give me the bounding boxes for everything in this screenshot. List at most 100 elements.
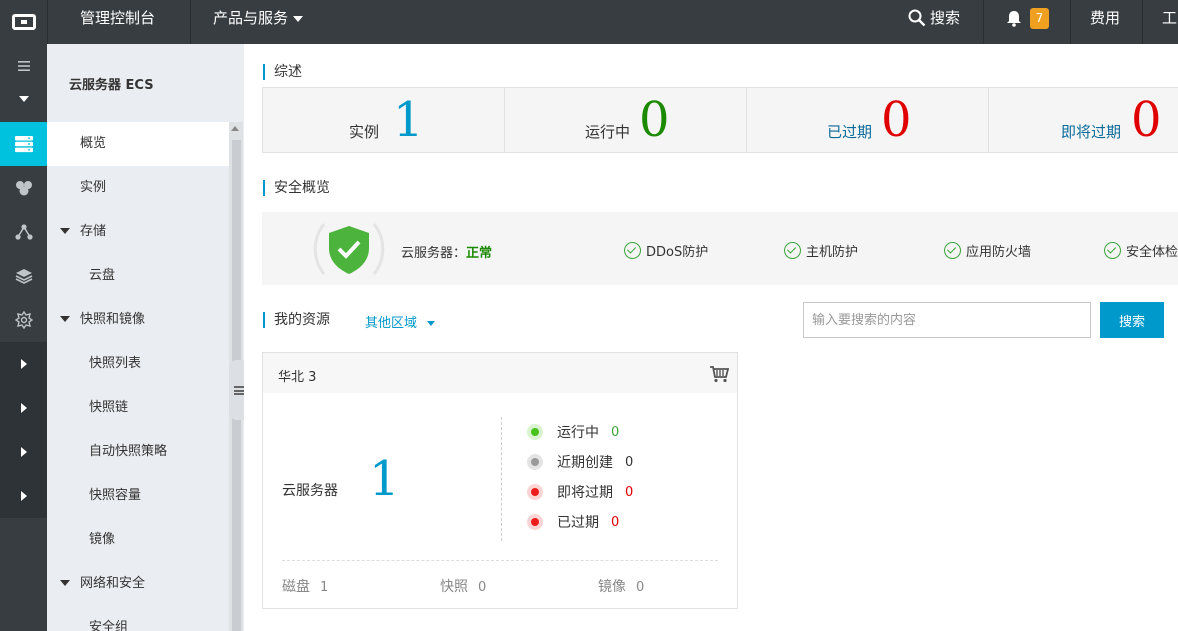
rail-item-5[interactable] bbox=[0, 298, 47, 342]
check-waf[interactable]: 应用防火墙 bbox=[944, 241, 1031, 260]
products-label: 产品与服务 bbox=[213, 9, 289, 27]
scroll-up-arrow-icon[interactable] bbox=[231, 126, 239, 131]
gear-icon bbox=[14, 311, 33, 329]
expand-toggle[interactable] bbox=[0, 77, 47, 121]
sidebar-group-label: 网络和安全 bbox=[80, 576, 146, 591]
check-label: 主机防护 bbox=[806, 245, 859, 260]
status-dot-icon bbox=[527, 484, 543, 500]
stat-value: 0 bbox=[625, 484, 634, 500]
cart-icon[interactable] bbox=[709, 365, 729, 383]
summary-instances[interactable]: 实例 1 bbox=[263, 88, 505, 152]
search-label: 搜索 bbox=[930, 9, 961, 27]
stat-label: 已过期 bbox=[557, 515, 599, 531]
footer-value: 0 bbox=[636, 580, 645, 595]
products-menu[interactable]: 产品与服务 bbox=[213, 0, 304, 44]
footer-label: 镜像 bbox=[598, 579, 626, 595]
rail-item-4[interactable] bbox=[0, 254, 47, 298]
sidebar-group-snapshots[interactable]: 快照和镜像 bbox=[47, 298, 229, 342]
resource-search-button[interactable]: 搜索 bbox=[1100, 302, 1164, 338]
sidebar-item-images[interactable]: 镜像 bbox=[47, 518, 229, 562]
sidebar-item-auto-snapshot-policy[interactable]: 自动快照策略 bbox=[47, 430, 229, 474]
layers-icon bbox=[15, 269, 32, 284]
overview-title: 综述 bbox=[263, 64, 302, 80]
sidebar-item-snapshot-chain[interactable]: 快照链 bbox=[47, 386, 229, 430]
chevron-right-icon bbox=[20, 359, 27, 369]
rail-expand-2[interactable] bbox=[0, 386, 47, 430]
chevron-down-icon bbox=[427, 321, 436, 326]
security-overview: 云服务器：正常 DDoS防护 主机防护 应用防火墙 安全体检 bbox=[262, 212, 1178, 285]
rail-item-2[interactable] bbox=[0, 166, 47, 210]
resource-search-input[interactable] bbox=[803, 302, 1091, 338]
summary-label: 运行中 bbox=[585, 123, 631, 141]
footer-label: 快照 bbox=[440, 579, 468, 595]
icon-rail bbox=[0, 44, 47, 631]
footer-images[interactable]: 镜像 0 bbox=[598, 576, 644, 596]
check-ddos[interactable]: DDoS防护 bbox=[624, 241, 708, 260]
region-select[interactable]: 其他区域 bbox=[365, 312, 436, 331]
summary-label: 即将过期 bbox=[1061, 123, 1122, 141]
summary-expiring[interactable]: 即将过期 0 bbox=[989, 88, 1178, 152]
rail-expand-3[interactable] bbox=[0, 430, 47, 474]
stat-expiring[interactable]: 即将过期 0 bbox=[527, 482, 633, 502]
sidebar-group-label: 存储 bbox=[80, 224, 107, 239]
summary-running[interactable]: 运行中 0 bbox=[505, 88, 747, 152]
sidebar-item-instances[interactable]: 实例 bbox=[47, 166, 229, 210]
caret-down-icon bbox=[18, 96, 29, 102]
rail-expand-1[interactable] bbox=[0, 342, 47, 386]
rail-expand-4[interactable] bbox=[0, 474, 47, 518]
check-circle-icon bbox=[784, 242, 801, 259]
check-label: 安全体检 bbox=[1126, 245, 1178, 260]
sidebar-item-snapshot-list[interactable]: 快照列表 bbox=[47, 342, 229, 386]
divider bbox=[190, 0, 191, 44]
stat-label: 运行中 bbox=[557, 425, 599, 441]
sidebar-group-storage[interactable]: 存储 bbox=[47, 210, 229, 254]
sidebar-collapse-button[interactable] bbox=[229, 360, 244, 420]
rail-ecs[interactable] bbox=[0, 122, 47, 166]
stat-value: 0 bbox=[625, 454, 634, 470]
search-link[interactable]: 搜索 bbox=[908, 0, 960, 36]
cluster-icon bbox=[15, 181, 32, 196]
ecs-count[interactable]: 1 bbox=[369, 449, 400, 509]
status-dot-icon bbox=[527, 514, 543, 530]
check-health[interactable]: 安全体检 bbox=[1104, 241, 1178, 260]
region-name: 华北 3 bbox=[278, 370, 317, 385]
notification-badge: 7 bbox=[1030, 7, 1049, 29]
billing-link[interactable]: 费用 bbox=[1090, 0, 1120, 44]
server-icon bbox=[14, 136, 33, 153]
sidebar-group-network-security[interactable]: 网络和安全 bbox=[47, 562, 229, 606]
summary-value: 0 bbox=[881, 92, 912, 148]
summary-expired[interactable]: 已过期 0 bbox=[747, 88, 989, 152]
tools-link[interactable]: 工 bbox=[1162, 0, 1177, 44]
check-circle-icon bbox=[1104, 242, 1121, 259]
stat-label: 近期创建 bbox=[557, 455, 613, 471]
rail-lower-group bbox=[0, 342, 47, 518]
stat-running[interactable]: 运行中 0 bbox=[527, 422, 619, 442]
notification-button[interactable]: 7 bbox=[1006, 0, 1049, 36]
check-circle-icon bbox=[624, 242, 641, 259]
caret-down-icon bbox=[60, 579, 70, 586]
check-label: 应用防火墙 bbox=[966, 245, 1032, 260]
top-bar: 管理控制台 产品与服务 搜索 7 费用 工 bbox=[0, 0, 1178, 44]
collapse-icon bbox=[234, 386, 244, 395]
sidebar-item-security-groups[interactable]: 安全组 bbox=[47, 606, 229, 631]
stat-recent[interactable]: 近期创建 0 bbox=[527, 452, 633, 472]
chevron-right-icon bbox=[20, 403, 27, 413]
footer-disks[interactable]: 磁盘 1 bbox=[282, 576, 328, 596]
status-dot-icon bbox=[527, 454, 543, 470]
footer-snapshots[interactable]: 快照 0 bbox=[440, 576, 486, 596]
sidebar-item-snapshot-capacity[interactable]: 快照容量 bbox=[47, 474, 229, 518]
aliyun-logo[interactable] bbox=[0, 0, 47, 44]
check-host[interactable]: 主机防护 bbox=[784, 241, 858, 260]
sidebar-item-disks[interactable]: 云盘 bbox=[47, 254, 229, 298]
bell-icon bbox=[1007, 10, 1021, 27]
sidebar-group-label: 快照和镜像 bbox=[80, 312, 146, 327]
divider bbox=[501, 417, 502, 541]
summary-value: 1 bbox=[393, 92, 424, 148]
chevron-right-icon bbox=[20, 447, 27, 457]
sidebar-item-overview[interactable]: 概览 bbox=[47, 122, 229, 166]
rail-item-3[interactable] bbox=[0, 210, 47, 254]
console-link[interactable]: 管理控制台 bbox=[80, 0, 155, 44]
region-card: 华北 3 云服务器 1 运行中 0 近期创建 0 即将过期 0 已过期 0 磁盘 1 快照… bbox=[262, 352, 738, 609]
region-card-header: 华北 3 bbox=[263, 353, 737, 393]
stat-expired[interactable]: 已过期 0 bbox=[527, 512, 619, 532]
